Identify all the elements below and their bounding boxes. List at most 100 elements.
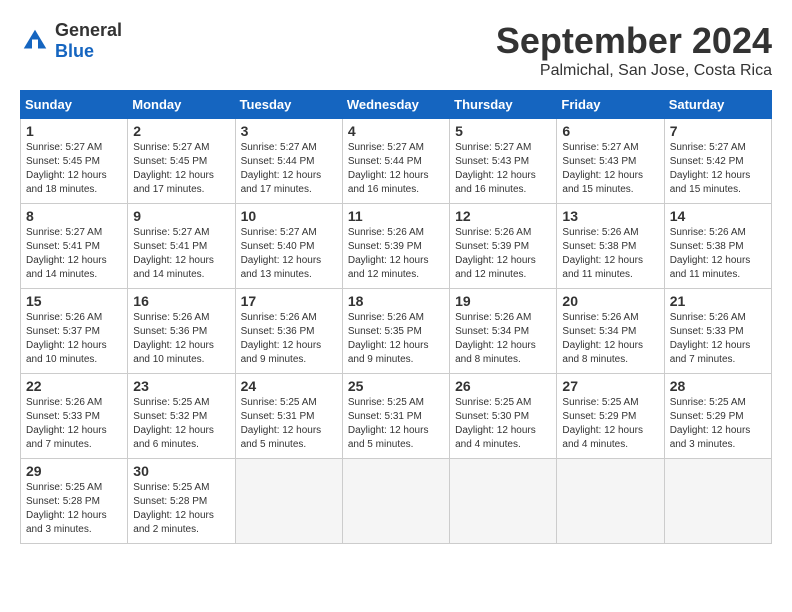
- calendar-day-cell: 25 Sunrise: 5:25 AM Sunset: 5:31 PM Dayl…: [342, 374, 449, 459]
- day-number: 24: [241, 378, 337, 394]
- day-info: Sunrise: 5:26 AM Sunset: 5:34 PM Dayligh…: [455, 311, 551, 367]
- day-info: Sunrise: 5:25 AM Sunset: 5:31 PM Dayligh…: [348, 396, 444, 452]
- calendar-day-cell: 27 Sunrise: 5:25 AM Sunset: 5:29 PM Dayl…: [557, 374, 664, 459]
- calendar-day-cell: 21 Sunrise: 5:26 AM Sunset: 5:33 PM Dayl…: [664, 289, 771, 374]
- day-info: Sunrise: 5:25 AM Sunset: 5:28 PM Dayligh…: [133, 481, 229, 537]
- day-number: 5: [455, 123, 551, 139]
- day-info: Sunrise: 5:26 AM Sunset: 5:33 PM Dayligh…: [670, 311, 766, 367]
- logo-icon: [20, 26, 50, 56]
- calendar-day-cell: 29 Sunrise: 5:25 AM Sunset: 5:28 PM Dayl…: [21, 459, 128, 544]
- logo: General Blue: [20, 20, 122, 62]
- page-header: General Blue September 2024 Palmichal, S…: [20, 20, 772, 80]
- calendar-day-cell: 30 Sunrise: 5:25 AM Sunset: 5:28 PM Dayl…: [128, 459, 235, 544]
- logo-blue-text: Blue: [55, 41, 94, 61]
- calendar-week-row: 29 Sunrise: 5:25 AM Sunset: 5:28 PM Dayl…: [21, 459, 772, 544]
- calendar-day-cell: 18 Sunrise: 5:26 AM Sunset: 5:35 PM Dayl…: [342, 289, 449, 374]
- day-info: Sunrise: 5:26 AM Sunset: 5:33 PM Dayligh…: [26, 396, 122, 452]
- day-info: Sunrise: 5:26 AM Sunset: 5:39 PM Dayligh…: [455, 226, 551, 282]
- day-number: 29: [26, 463, 122, 479]
- calendar-header-row: SundayMondayTuesdayWednesdayThursdayFrid…: [21, 91, 772, 119]
- logo-general-text: General: [55, 20, 122, 40]
- day-number: 2: [133, 123, 229, 139]
- day-info: Sunrise: 5:26 AM Sunset: 5:36 PM Dayligh…: [241, 311, 337, 367]
- calendar-day-cell: 17 Sunrise: 5:26 AM Sunset: 5:36 PM Dayl…: [235, 289, 342, 374]
- weekday-header: Sunday: [21, 91, 128, 119]
- day-info: Sunrise: 5:27 AM Sunset: 5:42 PM Dayligh…: [670, 141, 766, 197]
- day-number: 18: [348, 293, 444, 309]
- calendar-day-cell: 4 Sunrise: 5:27 AM Sunset: 5:44 PM Dayli…: [342, 119, 449, 204]
- day-number: 4: [348, 123, 444, 139]
- weekday-header: Thursday: [450, 91, 557, 119]
- day-info: Sunrise: 5:26 AM Sunset: 5:35 PM Dayligh…: [348, 311, 444, 367]
- calendar-day-cell: 26 Sunrise: 5:25 AM Sunset: 5:30 PM Dayl…: [450, 374, 557, 459]
- day-number: 6: [562, 123, 658, 139]
- day-number: 11: [348, 208, 444, 224]
- calendar-week-row: 15 Sunrise: 5:26 AM Sunset: 5:37 PM Dayl…: [21, 289, 772, 374]
- calendar-day-cell: 20 Sunrise: 5:26 AM Sunset: 5:34 PM Dayl…: [557, 289, 664, 374]
- calendar-week-row: 8 Sunrise: 5:27 AM Sunset: 5:41 PM Dayli…: [21, 204, 772, 289]
- calendar-day-cell: 3 Sunrise: 5:27 AM Sunset: 5:44 PM Dayli…: [235, 119, 342, 204]
- day-info: Sunrise: 5:25 AM Sunset: 5:28 PM Dayligh…: [26, 481, 122, 537]
- calendar-day-cell: 13 Sunrise: 5:26 AM Sunset: 5:38 PM Dayl…: [557, 204, 664, 289]
- calendar-day-cell: 15 Sunrise: 5:26 AM Sunset: 5:37 PM Dayl…: [21, 289, 128, 374]
- day-info: Sunrise: 5:25 AM Sunset: 5:32 PM Dayligh…: [133, 396, 229, 452]
- day-number: 16: [133, 293, 229, 309]
- day-info: Sunrise: 5:25 AM Sunset: 5:31 PM Dayligh…: [241, 396, 337, 452]
- calendar-day-cell: 7 Sunrise: 5:27 AM Sunset: 5:42 PM Dayli…: [664, 119, 771, 204]
- day-info: Sunrise: 5:26 AM Sunset: 5:37 PM Dayligh…: [26, 311, 122, 367]
- day-info: Sunrise: 5:26 AM Sunset: 5:39 PM Dayligh…: [348, 226, 444, 282]
- day-number: 1: [26, 123, 122, 139]
- day-number: 27: [562, 378, 658, 394]
- calendar-day-cell: [450, 459, 557, 544]
- calendar-day-cell: 11 Sunrise: 5:26 AM Sunset: 5:39 PM Dayl…: [342, 204, 449, 289]
- day-number: 22: [26, 378, 122, 394]
- day-info: Sunrise: 5:27 AM Sunset: 5:45 PM Dayligh…: [133, 141, 229, 197]
- day-number: 15: [26, 293, 122, 309]
- weekday-header: Saturday: [664, 91, 771, 119]
- calendar-day-cell: 28 Sunrise: 5:25 AM Sunset: 5:29 PM Dayl…: [664, 374, 771, 459]
- day-number: 12: [455, 208, 551, 224]
- weekday-header: Wednesday: [342, 91, 449, 119]
- weekday-header: Friday: [557, 91, 664, 119]
- calendar-day-cell: [342, 459, 449, 544]
- day-info: Sunrise: 5:27 AM Sunset: 5:44 PM Dayligh…: [241, 141, 337, 197]
- calendar-day-cell: 24 Sunrise: 5:25 AM Sunset: 5:31 PM Dayl…: [235, 374, 342, 459]
- day-number: 13: [562, 208, 658, 224]
- calendar-day-cell: 19 Sunrise: 5:26 AM Sunset: 5:34 PM Dayl…: [450, 289, 557, 374]
- day-number: 19: [455, 293, 551, 309]
- calendar-day-cell: 23 Sunrise: 5:25 AM Sunset: 5:32 PM Dayl…: [128, 374, 235, 459]
- day-info: Sunrise: 5:27 AM Sunset: 5:43 PM Dayligh…: [562, 141, 658, 197]
- location-title: Palmichal, San Jose, Costa Rica: [496, 62, 772, 80]
- day-number: 17: [241, 293, 337, 309]
- day-number: 20: [562, 293, 658, 309]
- title-block: September 2024 Palmichal, San Jose, Cost…: [496, 20, 772, 80]
- day-number: 14: [670, 208, 766, 224]
- day-number: 3: [241, 123, 337, 139]
- day-number: 10: [241, 208, 337, 224]
- calendar-day-cell: [235, 459, 342, 544]
- day-info: Sunrise: 5:25 AM Sunset: 5:29 PM Dayligh…: [562, 396, 658, 452]
- day-info: Sunrise: 5:27 AM Sunset: 5:40 PM Dayligh…: [241, 226, 337, 282]
- day-info: Sunrise: 5:26 AM Sunset: 5:38 PM Dayligh…: [562, 226, 658, 282]
- day-info: Sunrise: 5:25 AM Sunset: 5:30 PM Dayligh…: [455, 396, 551, 452]
- day-number: 26: [455, 378, 551, 394]
- calendar-day-cell: 6 Sunrise: 5:27 AM Sunset: 5:43 PM Dayli…: [557, 119, 664, 204]
- calendar-week-row: 22 Sunrise: 5:26 AM Sunset: 5:33 PM Dayl…: [21, 374, 772, 459]
- calendar-day-cell: 10 Sunrise: 5:27 AM Sunset: 5:40 PM Dayl…: [235, 204, 342, 289]
- day-info: Sunrise: 5:27 AM Sunset: 5:44 PM Dayligh…: [348, 141, 444, 197]
- day-number: 8: [26, 208, 122, 224]
- calendar-table: SundayMondayTuesdayWednesdayThursdayFrid…: [20, 90, 772, 544]
- day-number: 21: [670, 293, 766, 309]
- calendar-day-cell: [557, 459, 664, 544]
- calendar-day-cell: 22 Sunrise: 5:26 AM Sunset: 5:33 PM Dayl…: [21, 374, 128, 459]
- calendar-day-cell: 16 Sunrise: 5:26 AM Sunset: 5:36 PM Dayl…: [128, 289, 235, 374]
- calendar-week-row: 1 Sunrise: 5:27 AM Sunset: 5:45 PM Dayli…: [21, 119, 772, 204]
- calendar-day-cell: 12 Sunrise: 5:26 AM Sunset: 5:39 PM Dayl…: [450, 204, 557, 289]
- calendar-day-cell: 9 Sunrise: 5:27 AM Sunset: 5:41 PM Dayli…: [128, 204, 235, 289]
- calendar-day-cell: 2 Sunrise: 5:27 AM Sunset: 5:45 PM Dayli…: [128, 119, 235, 204]
- weekday-header: Tuesday: [235, 91, 342, 119]
- day-info: Sunrise: 5:26 AM Sunset: 5:34 PM Dayligh…: [562, 311, 658, 367]
- calendar-day-cell: 1 Sunrise: 5:27 AM Sunset: 5:45 PM Dayli…: [21, 119, 128, 204]
- day-info: Sunrise: 5:26 AM Sunset: 5:38 PM Dayligh…: [670, 226, 766, 282]
- month-title: September 2024: [496, 20, 772, 62]
